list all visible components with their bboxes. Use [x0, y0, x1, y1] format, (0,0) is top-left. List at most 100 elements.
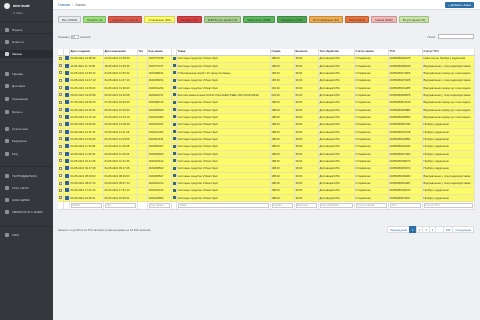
row-checkbox[interactable]	[59, 78, 62, 82]
edit-icon[interactable]	[64, 78, 68, 83]
status-filter-button[interactable]: Завершено (706)	[276, 16, 307, 23]
table-row[interactable]: 07-05-2021 18:39:29 07-05-2021 18:39:29 16…	[58, 99, 475, 107]
filter-id-input[interactable]: 80304	[70, 203, 102, 209]
status-filter-button[interactable]: Принято (0)	[83, 16, 107, 23]
status-filter-button[interactable]: Возврат (74)	[177, 16, 202, 23]
table-row[interactable]: 04-05-2021 13:09:49 04-05-2021 13:09:49 16…	[58, 121, 475, 129]
sidebar-item-6[interactable]: Транзакции	[0, 95, 53, 103]
row-checkbox[interactable]	[59, 166, 62, 170]
sidebar-item-5[interactable]: Доставка	[0, 82, 53, 90]
status-filter-button[interactable]: Завершено (2998)	[243, 16, 275, 23]
edit-icon[interactable]	[64, 70, 68, 75]
status-filter-button[interactable]: Отправлено (461)	[144, 16, 176, 23]
sidebar-item-7[interactable]: Билеты	[0, 108, 53, 116]
filter-payout-input[interactable]: Выплата	[295, 203, 317, 209]
status-filter-button[interactable]: Недозвон / отказ (1)	[108, 16, 143, 23]
sidebar-item-3[interactable]: Заказы	[0, 50, 53, 58]
edit-icon[interactable]	[64, 181, 68, 186]
row-checkbox[interactable]	[59, 86, 62, 90]
row-checkbox[interactable]	[59, 181, 62, 185]
status-filter-button[interactable]: Отказ (5414)	[344, 16, 370, 23]
table-row[interactable]: 11-05-2021 11:12:56 18-05-2021 13:25:45 16…	[58, 62, 475, 71]
table-row[interactable]: 04-05-2021 11:20:33 04-05-2021 11:20:33 16…	[58, 150, 475, 159]
filter-status-input[interactable]: Статус заказа	[355, 203, 387, 209]
row-checkbox[interactable]	[59, 93, 62, 97]
status-filter-button[interactable]: Все (15200)	[58, 16, 82, 23]
table-row[interactable]: 04-05-2021 14:47:10 04-05-2021 14:47:10 16…	[58, 77, 475, 85]
edit-icon[interactable]	[64, 56, 68, 61]
row-checkbox[interactable]	[59, 122, 62, 126]
status-filter-button[interactable]: Новый (2063)	[371, 16, 397, 23]
row-checkbox[interactable]	[59, 108, 62, 112]
row-checkbox[interactable]	[59, 71, 62, 75]
edit-icon[interactable]	[64, 63, 68, 68]
sidebar-item-11[interactable]: ТЕХПОДДЕРЖКА	[0, 172, 53, 180]
sidebar-item-10[interactable]: FAQ	[0, 150, 53, 158]
row-checkbox[interactable]	[59, 159, 62, 163]
table-row[interactable]: 04-05-2021 10:56:42 04-05-2021 10:56:42 16…	[58, 69, 475, 78]
table-row[interactable]: 04-05-2021 08:07:14 04-05-2021 08:07:14 16…	[58, 179, 475, 188]
filter-product-input[interactable]: Товар	[177, 203, 269, 209]
table-row[interactable]: 03-05-2021 16:09:41 03-05-2021 16:09:41 16…	[58, 194, 475, 203]
filter-ttn-input[interactable]: ТТН	[389, 203, 421, 209]
sidebar-item-4[interactable]: Тарифы	[0, 70, 53, 78]
search-input[interactable]	[438, 34, 474, 39]
filter-sum-input[interactable]: Сумма	[271, 203, 293, 209]
table-row[interactable]: 04-05-2021 09:17:48 04-05-2021 09:17:48 16…	[58, 165, 475, 174]
page-size-select[interactable]: 10	[70, 35, 79, 40]
row-checkbox[interactable]	[59, 56, 62, 60]
edit-icon[interactable]	[64, 158, 68, 163]
filter-type-input[interactable]: Тип обработки	[319, 203, 353, 209]
table-row[interactable]: 04-05-2021 11:43:08 04-05-2021 11:43:08 16…	[58, 143, 475, 151]
edit-icon[interactable]	[64, 173, 68, 178]
row-checkbox[interactable]	[59, 137, 62, 141]
edit-icon[interactable]	[64, 100, 68, 105]
row-checkbox[interactable]	[59, 100, 62, 104]
table-row[interactable]: 04-05-2021 12:11:45 04-05-2021 12:11:45 16…	[58, 128, 475, 137]
edit-icon[interactable]	[64, 92, 68, 97]
filter-ttn_status-input[interactable]: Статус ТТН	[423, 203, 473, 209]
table-row[interactable]: 22-05-2021 13:38:36 22-05-2021 13:38:36 16…	[58, 55, 475, 63]
pagination-item[interactable]: Следующая	[452, 226, 474, 233]
sidebar-item-13[interactable]: НАШ АДРЕС	[0, 196, 53, 204]
row-checkbox[interactable]	[59, 174, 62, 178]
table-row[interactable]: 03-05-2021 17:51:13 03-05-2021 17:51:13 16…	[58, 187, 475, 196]
table-row[interactable]: 04-05-2021 08:29:03 04-05-2021 08:29:03 16…	[58, 172, 475, 181]
sidebar-item-12[interactable]: СОЦ. СЕТИ	[0, 184, 53, 192]
edit-icon[interactable]	[64, 85, 68, 90]
pagination-item[interactable]: Предыдущая	[386, 226, 411, 233]
edit-icon[interactable]	[64, 129, 68, 134]
edit-icon[interactable]	[64, 136, 68, 141]
filter-code-input[interactable]: Код заказа	[148, 203, 170, 209]
status-filter-button[interactable]: ЗО Отправлено (13)	[308, 16, 343, 23]
row-checkbox[interactable]	[59, 144, 62, 148]
sidebar-item-2[interactable]: Новости	[0, 38, 53, 46]
edit-icon[interactable]	[64, 144, 68, 149]
row-checkbox[interactable]	[59, 130, 62, 134]
row-checkbox[interactable]	[59, 64, 62, 68]
row-checkbox[interactable]	[59, 188, 62, 192]
row-checkbox[interactable]	[59, 152, 62, 156]
edit-icon[interactable]	[64, 114, 68, 119]
breadcrumb-home[interactable]: Главная	[58, 3, 70, 7]
table-row[interactable]: 08-05-2021 19:02:58 05-05-2021 19:02:58 16…	[58, 91, 475, 100]
table-row[interactable]: 04-05-2021 12:03:25 04-05-2021 12:03:25 16…	[58, 135, 475, 144]
status-filter-button[interactable]: 2018 В пути архив (74)	[203, 16, 242, 23]
table-row[interactable]: 04-05-2021 16:36:34 06-05-2021 16:36:34 16…	[58, 106, 475, 115]
edit-icon[interactable]	[64, 195, 68, 200]
sidebar-item-14[interactable]: СВЯЗАТЬСЯ С НАМИ	[0, 208, 53, 216]
edit-icon[interactable]	[64, 107, 68, 112]
status-filter-button[interactable]: В пути архив (74)	[398, 16, 430, 23]
sidebar-item-8[interactable]: Статистика	[0, 125, 53, 133]
table-row[interactable]: 04-05-2021 13:39:23 04-05-2021 13:39:23 16…	[58, 84, 475, 93]
filter-phone-input[interactable]: Тел	[104, 203, 136, 209]
row-checkbox[interactable]	[59, 196, 62, 200]
row-checkbox[interactable]	[59, 115, 62, 119]
table-row[interactable]: 04-05-2021 13:15:19 04-05-2021 13:15:19 16…	[58, 113, 475, 122]
edit-icon[interactable]	[64, 151, 68, 156]
sidebar-item-9[interactable]: Рефералы	[0, 137, 53, 145]
edit-icon[interactable]	[64, 122, 68, 127]
edit-icon[interactable]	[64, 188, 68, 193]
edit-icon[interactable]	[64, 166, 68, 171]
sidebar-item-15[interactable]: CRM	[0, 231, 53, 239]
